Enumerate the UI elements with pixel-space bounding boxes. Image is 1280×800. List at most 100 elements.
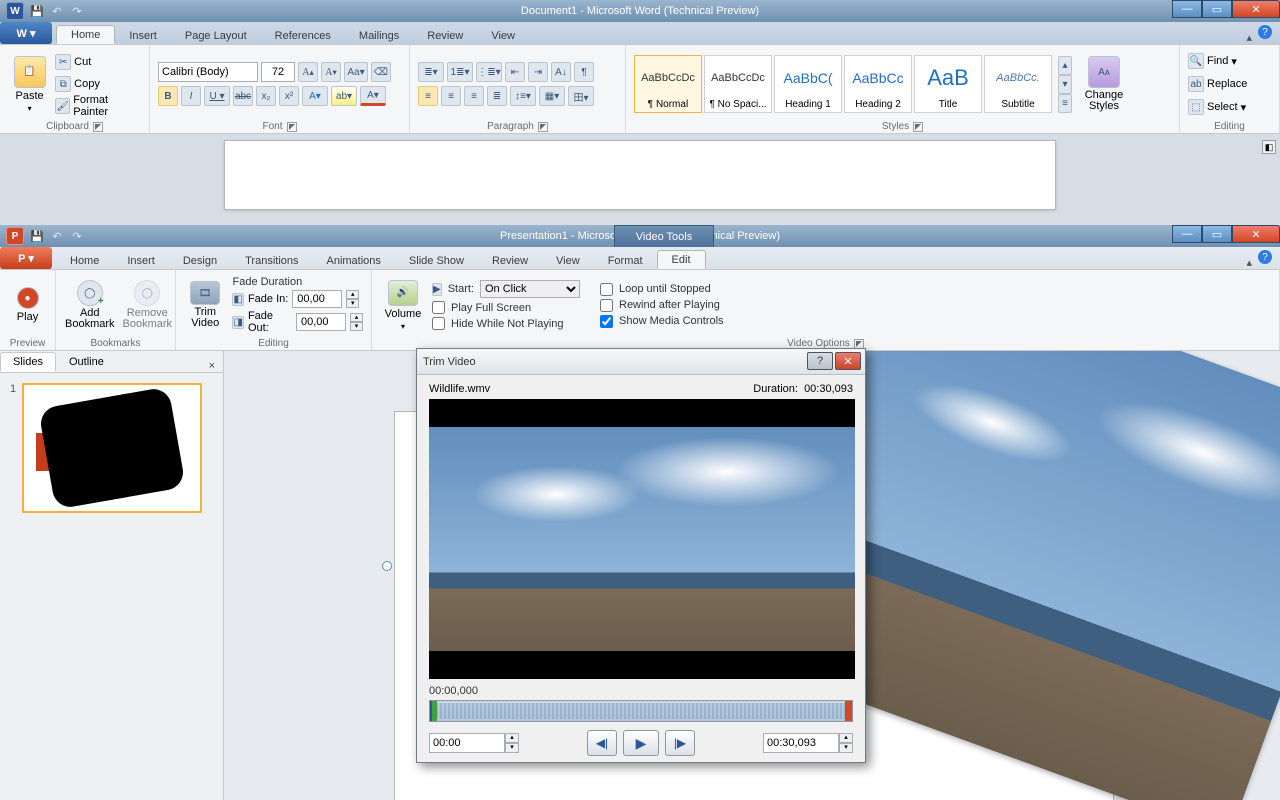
show-controls-checkbox[interactable]: Show Media Controls <box>600 315 724 328</box>
clear-formatting-icon[interactable]: ⌫ <box>371 62 391 82</box>
strike-icon[interactable]: abc <box>233 86 253 106</box>
italic-icon[interactable]: I <box>181 86 201 106</box>
start-row[interactable]: ▶Start: On Click <box>432 280 580 298</box>
selection-handle[interactable] <box>382 561 392 571</box>
add-bookmark-button[interactable]: ◯+Add Bookmark <box>64 276 116 334</box>
underline-icon[interactable]: U ▾ <box>204 86 230 106</box>
help-icon[interactable]: ? <box>1258 25 1272 39</box>
show-marks-icon[interactable]: ¶ <box>574 62 594 82</box>
word-page[interactable] <box>224 140 1056 210</box>
save-icon[interactable]: 💾 <box>28 2 46 20</box>
volume-button[interactable]: 🔊Volume▾ <box>380 276 426 334</box>
dialog-titlebar[interactable]: Trim Video ? ✕ <box>417 349 865 375</box>
styles-gallery[interactable]: AaBbCcDc¶ NormalAaBbCcDc¶ No Spaci... AaB… <box>634 55 1052 113</box>
gallery-more-icon[interactable]: ≡ <box>1058 94 1072 113</box>
decrease-indent-icon[interactable]: ⇤ <box>505 62 525 82</box>
spin-up-icon[interactable]: ▴ <box>350 313 363 322</box>
trim-timeline[interactable] <box>429 700 853 722</box>
highlight-icon[interactable]: ab▾ <box>331 86 357 106</box>
select-button[interactable]: ⬚Select ▾ <box>1188 97 1246 117</box>
start-select[interactable]: On Click <box>480 280 580 298</box>
trim-end-marker[interactable] <box>845 700 853 722</box>
numbering-icon[interactable]: 1≣▾ <box>447 62 473 82</box>
save-icon[interactable]: 💾 <box>28 227 46 245</box>
timeline-cursor[interactable] <box>430 700 432 722</box>
tab-home[interactable]: Home <box>56 25 115 44</box>
word-ruler-toggle-icon[interactable]: ◧ <box>1262 140 1276 154</box>
spin-up-icon[interactable]: ▴ <box>505 733 519 743</box>
tab-references[interactable]: References <box>261 27 345 44</box>
help-icon[interactable]: ? <box>1258 250 1272 264</box>
shrink-font-icon[interactable]: A▾ <box>321 62 341 82</box>
word-app-icon[interactable]: W <box>6 2 24 20</box>
redo-icon[interactable]: ↷ <box>68 227 86 245</box>
paragraph-dialog-launcher-icon[interactable] <box>538 122 548 132</box>
increase-indent-icon[interactable]: ⇥ <box>528 62 548 82</box>
ribbon-minimize-icon[interactable]: ▴ <box>1246 31 1252 44</box>
style-item-4[interactable]: AaBTitle <box>914 55 982 113</box>
maximize-button[interactable]: ▭ <box>1202 225 1232 243</box>
tab-review[interactable]: Review <box>478 252 542 269</box>
dialog-help-icon[interactable]: ? <box>807 352 833 370</box>
text-effects-icon[interactable]: A▾ <box>302 86 328 106</box>
tab-edit[interactable]: Edit <box>657 250 706 269</box>
fade-in-field[interactable]: ◧Fade In:▴▾ <box>232 290 363 308</box>
maximize-button[interactable]: ▭ <box>1202 0 1232 18</box>
cut-button[interactable]: ✂Cut <box>55 52 141 72</box>
panel-close-icon[interactable]: × <box>201 360 223 372</box>
change-case-icon[interactable]: Aa▾ <box>344 62 368 82</box>
shading-icon[interactable]: ▦▾ <box>539 86 565 106</box>
spin-up-icon[interactable]: ▴ <box>839 733 853 743</box>
next-frame-button[interactable]: |▶ <box>665 730 695 756</box>
tab-view[interactable]: View <box>542 252 594 269</box>
tab-insert[interactable]: Insert <box>115 27 171 44</box>
video-preview[interactable] <box>429 399 855 679</box>
tab-transitions[interactable]: Transitions <box>231 252 312 269</box>
close-button[interactable]: ✕ <box>1232 225 1280 243</box>
spin-down-icon[interactable]: ▾ <box>350 322 363 331</box>
undo-icon[interactable]: ↶ <box>48 227 66 245</box>
font-color-icon[interactable]: A▾ <box>360 86 386 106</box>
tab-insert[interactable]: Insert <box>113 252 169 269</box>
subscript-icon[interactable]: x₂ <box>256 86 276 106</box>
spin-down-icon[interactable]: ▾ <box>346 299 359 308</box>
find-button[interactable]: 🔍Find ▾ <box>1188 51 1237 71</box>
panel-tab-outline[interactable]: Outline <box>56 352 117 372</box>
fade-out-field[interactable]: ◨Fade Out:▴▾ <box>232 310 363 334</box>
prev-frame-button[interactable]: ◀| <box>587 730 617 756</box>
word-file-menu[interactable]: W ▾ <box>0 22 52 44</box>
play-button[interactable]: ▶ <box>623 730 659 756</box>
bold-icon[interactable]: B <box>158 86 178 106</box>
fade-out-input[interactable] <box>296 313 346 331</box>
style-item-5[interactable]: AaBbCc.Subtitle <box>984 55 1052 113</box>
clipboard-dialog-launcher-icon[interactable] <box>93 122 103 132</box>
font-dialog-launcher-icon[interactable] <box>287 122 297 132</box>
align-left-icon[interactable]: ≡ <box>418 86 438 106</box>
justify-icon[interactable]: ≣ <box>487 86 507 106</box>
style-item-0[interactable]: AaBbCcDc¶ Normal <box>634 55 702 113</box>
style-item-3[interactable]: AaBbCcHeading 2 <box>844 55 912 113</box>
end-time-input[interactable] <box>763 733 839 753</box>
close-button[interactable]: ✕ <box>1232 0 1280 18</box>
tab-slide-show[interactable]: Slide Show <box>395 252 478 269</box>
gallery-scroll-down-icon[interactable]: ▾ <box>1058 75 1072 94</box>
slide-thumb-1[interactable]: 1 <box>10 383 213 513</box>
line-spacing-icon[interactable]: ↕≡▾ <box>510 86 536 106</box>
spin-up-icon[interactable]: ▴ <box>346 290 359 299</box>
tab-animations[interactable]: Animations <box>313 252 395 269</box>
fade-in-input[interactable] <box>292 290 342 308</box>
replace-button[interactable]: abReplace <box>1188 74 1247 94</box>
dialog-close-icon[interactable]: ✕ <box>835 352 861 370</box>
style-item-1[interactable]: AaBbCcDc¶ No Spaci... <box>704 55 772 113</box>
remove-bookmark-button[interactable]: ◯Remove Bookmark <box>122 276 174 334</box>
tab-home[interactable]: Home <box>56 252 113 269</box>
panel-tab-slides[interactable]: Slides <box>0 352 56 372</box>
play-full-screen-checkbox[interactable]: Play Full Screen <box>432 301 580 314</box>
minimize-button[interactable]: — <box>1172 225 1202 243</box>
video-options-dialog-launcher-icon[interactable] <box>854 339 864 349</box>
change-styles-button[interactable]: Aᴀ Change Styles <box>1076 51 1132 117</box>
tab-review[interactable]: Review <box>413 27 477 44</box>
start-time-input[interactable] <box>429 733 505 753</box>
tab-design[interactable]: Design <box>169 252 231 269</box>
redo-icon[interactable]: ↷ <box>68 2 86 20</box>
